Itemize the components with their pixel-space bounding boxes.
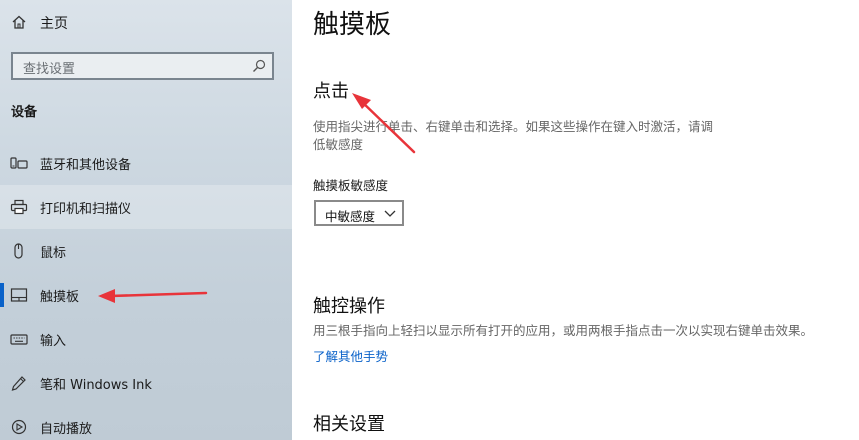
autoplay-icon [11, 419, 27, 435]
sidebar-item-pen[interactable]: 笔和 Windows Ink [0, 361, 292, 405]
sidebar-home-label: 主页 [40, 16, 68, 32]
sidebar-item-label: 蓝牙和其他设备 [40, 158, 132, 173]
tap-section-heading: 点击 [313, 81, 349, 102]
chevron-down-icon [384, 210, 396, 217]
gestures-description: 用三根手指向上轻扫以显示所有打开的应用，或用两根手指点击一次以实现右键单击效果。 [313, 323, 814, 338]
sidebar-item-label: 鼠标 [40, 246, 67, 261]
sidebar-item-typing[interactable]: 输入 [0, 317, 292, 361]
sidebar-section-title: 设备 [11, 105, 38, 120]
sidebar-home[interactable]: 主页 [0, 4, 292, 40]
bluetooth-devices-icon [10, 157, 28, 169]
sidebar-item-printers[interactable]: 打印机和扫描仪 [0, 185, 292, 229]
related-settings-heading: 相关设置 [313, 414, 385, 435]
learn-more-gestures-link[interactable]: 了解其他手势 [313, 346, 388, 365]
touchpad-sensitivity-dropdown[interactable]: 中敏感度 [314, 200, 404, 226]
search-placeholder: 查找设置 [23, 62, 76, 77]
gestures-section-heading: 触控操作 [313, 296, 385, 317]
touchpad-sensitivity-value: 中敏感度 [325, 209, 376, 224]
mouse-icon [14, 243, 23, 259]
touchpad-sensitivity-label: 触摸板敏感度 [313, 178, 389, 193]
pen-icon [11, 376, 26, 391]
sidebar-item-bluetooth[interactable]: 蓝牙和其他设备 [0, 141, 292, 185]
sidebar: 主页 查找设置 设备 蓝牙和其他设备 打印机和扫描仪 鼠标 触摸板 输入 笔和 … [0, 0, 292, 440]
sidebar-item-label: 自动播放 [40, 422, 93, 437]
sidebar-item-label: 笔和 Windows Ink [40, 378, 152, 393]
printer-icon [10, 199, 28, 215]
sidebar-item-mouse[interactable]: 鼠标 [0, 229, 292, 273]
keyboard-icon [10, 334, 28, 345]
main-content: 触摸板 点击 使用指尖进行单击、右键单击和选择。如果这些操作在键入时激活，请调 … [292, 0, 859, 440]
search-input[interactable]: 查找设置 [11, 52, 274, 80]
touchpad-icon [10, 288, 28, 302]
tap-description-line2: 低敏感度 [313, 137, 364, 152]
search-icon [253, 59, 266, 72]
sidebar-item-label: 打印机和扫描仪 [40, 202, 132, 217]
sidebar-item-label: 输入 [40, 334, 67, 349]
home-icon [12, 15, 26, 29]
sidebar-item-autoplay[interactable]: 自动播放 [0, 405, 292, 440]
sidebar-item-touchpad[interactable]: 触摸板 [0, 273, 292, 317]
tap-description-line1: 使用指尖进行单击、右键单击和选择。如果这些操作在键入时激活，请调 [313, 119, 714, 134]
settings-window: 主页 查找设置 设备 蓝牙和其他设备 打印机和扫描仪 鼠标 触摸板 输入 笔和 … [0, 0, 859, 440]
sidebar-item-label: 触摸板 [40, 290, 80, 305]
page-title: 触摸板 [313, 10, 392, 40]
